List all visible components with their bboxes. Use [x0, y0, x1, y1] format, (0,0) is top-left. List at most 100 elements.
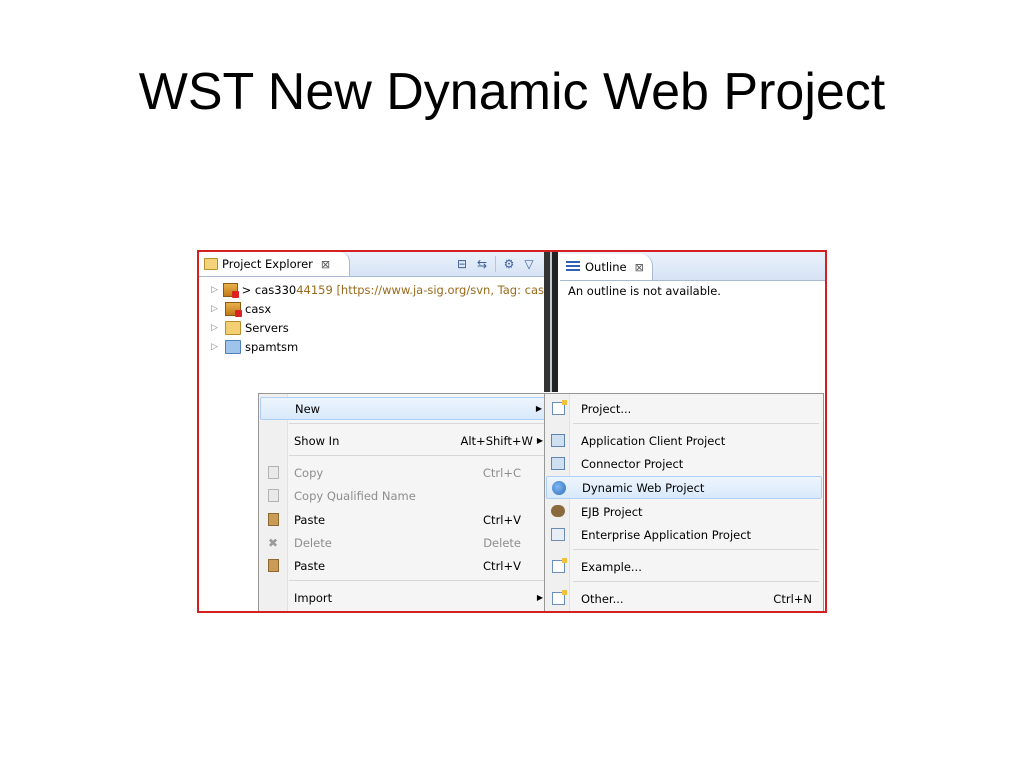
project-explorer-tabbar: Project Explorer ⊠ ⊟ ⇆ ⚙ ▽ — [199, 252, 544, 277]
close-icon[interactable]: ⊠ — [321, 258, 330, 271]
paste-icon — [266, 558, 280, 573]
new-other-icon — [551, 589, 567, 606]
submenu-item-enterprise-application-project[interactable]: Enterprise Application Project — [546, 523, 822, 546]
menu-shortcut: Alt+Shift+W — [460, 433, 533, 448]
tree-item-label: Servers — [245, 320, 289, 335]
submenu-item-dynamic-web-project[interactable]: Dynamic Web Project — [546, 476, 822, 499]
paste-icon — [266, 512, 280, 527]
tree-item-label: casx — [245, 301, 272, 316]
expand-icon[interactable]: ▷ — [211, 323, 223, 333]
menu-item-label: Other... — [581, 591, 624, 606]
menu-shortcut: Delete — [483, 535, 521, 550]
menu-item-label: Delete — [294, 535, 332, 550]
tab-project-explorer[interactable]: Project Explorer ⊠ — [199, 252, 350, 276]
menu-icon-placeholder — [267, 402, 281, 416]
menu-shortcut: Ctrl+V — [483, 558, 521, 573]
folder-icon — [225, 339, 241, 354]
tree-item-label: spamtsm — [245, 339, 299, 354]
submenu-item-ejb-project[interactable]: EJB Project — [546, 500, 822, 523]
new-project-icon — [551, 399, 567, 416]
menu-item-copy[interactable]: Copy Ctrl+C — [260, 461, 551, 484]
menu-item-label: New — [295, 401, 321, 416]
menu-item-paste-2[interactable]: Paste Ctrl+V — [260, 554, 551, 577]
menu-separator — [289, 455, 549, 456]
menu-item-paste[interactable]: Paste Ctrl+V — [260, 508, 551, 531]
collapse-all-icon[interactable]: ⊟ — [455, 257, 469, 271]
new-submenu: Project... Application Client Project Co… — [544, 393, 824, 611]
tree-item-repo-info: 44159 [https://www.ja-sig.org/svn, Tag: … — [296, 282, 544, 297]
view-menu-icon[interactable]: ▽ — [522, 257, 536, 271]
globe-icon — [552, 480, 566, 495]
menu-separator — [289, 423, 549, 424]
menu-item-label: Copy — [294, 465, 324, 480]
submenu-item-other[interactable]: Other... Ctrl+N — [546, 587, 822, 610]
menu-item-show-in[interactable]: Show In Alt+Shift+W ▶ — [260, 429, 551, 452]
filter-icon[interactable]: ⚙ — [502, 257, 516, 271]
copy-icon — [266, 465, 280, 480]
toolbar-separator — [495, 256, 496, 272]
submenu-item-application-client-project[interactable]: Application Client Project — [546, 429, 822, 452]
menu-separator — [573, 423, 819, 424]
menu-item-label: Paste — [294, 558, 326, 573]
submenu-item-example[interactable]: Example... — [546, 555, 822, 578]
new-example-icon — [551, 557, 567, 574]
submenu-arrow-icon: ▶ — [535, 404, 542, 413]
view-divider[interactable] — [552, 252, 558, 392]
menu-item-label: Copy Qualified Name — [294, 488, 416, 503]
outline-message: An outline is not available. — [568, 284, 721, 298]
bean-icon — [551, 504, 565, 519]
folder-icon — [225, 320, 241, 335]
outline-tabbar: Outline ⊠ — [560, 252, 825, 281]
menu-separator — [573, 581, 819, 582]
menu-item-import[interactable]: Import ▶ — [260, 586, 551, 609]
menu-shortcut: Ctrl+C — [482, 465, 521, 480]
project-icon — [223, 282, 239, 298]
menu-item-delete[interactable]: ✖ Delete Delete — [260, 531, 551, 554]
menu-item-label: Import — [294, 590, 333, 605]
menu-item-label: Dynamic Web Project — [582, 480, 705, 495]
project-explorer-label: Project Explorer — [222, 257, 313, 271]
slide-title: WST New Dynamic Web Project — [138, 63, 886, 121]
outline-icon — [566, 261, 580, 273]
submenu-item-project[interactable]: Project... — [546, 397, 822, 420]
menu-shortcut: Ctrl+N — [773, 591, 812, 606]
expand-icon[interactable]: ▷ — [211, 304, 223, 314]
tree-item-servers[interactable]: ▷ Servers — [199, 318, 544, 337]
expand-icon[interactable]: ▷ — [211, 342, 223, 352]
menu-item-label: Example... — [581, 559, 642, 574]
menu-item-label: Paste — [294, 512, 326, 527]
copy-qualified-icon — [266, 488, 280, 503]
project-explorer-toolbar: ⊟ ⇆ ⚙ ▽ — [455, 256, 536, 272]
menu-icon-placeholder — [266, 434, 280, 448]
tree-item-spamtsm[interactable]: ▷ spamtsm — [199, 337, 544, 356]
menu-item-copy-qualified-name[interactable]: Copy Qualified Name — [260, 484, 551, 507]
menu-item-label: Show In — [294, 433, 340, 448]
tree-item-label: > cas330 — [241, 282, 297, 297]
context-menu: New ▶ Show In Alt+Shift+W ▶ Copy Ctrl+C … — [258, 393, 553, 611]
project-tree: ▷ > cas330 44159 [https://www.ja-sig.org… — [199, 280, 544, 356]
tree-item-cas330[interactable]: ▷ > cas330 44159 [https://www.ja-sig.org… — [199, 280, 544, 299]
tab-outline[interactable]: Outline ⊠ — [560, 254, 653, 280]
tree-item-casx[interactable]: ▷ casx — [199, 299, 544, 318]
application-client-icon — [551, 433, 565, 448]
submenu-arrow-icon: ▶ — [536, 593, 543, 602]
close-icon[interactable]: ⊠ — [635, 261, 644, 274]
menu-item-new[interactable]: New ▶ — [260, 397, 551, 420]
menu-icon-placeholder — [266, 591, 280, 605]
menu-separator — [289, 580, 549, 581]
menu-item-label: Project... — [581, 401, 632, 416]
menu-item-label: Application Client Project — [581, 433, 726, 448]
enterprise-app-icon — [551, 527, 565, 542]
outline-label: Outline — [585, 260, 627, 274]
menu-shortcut: Ctrl+V — [483, 512, 521, 527]
project-icon — [225, 301, 242, 317]
menu-item-label: Enterprise Application Project — [581, 527, 752, 542]
link-with-editor-icon[interactable]: ⇆ — [475, 257, 489, 271]
submenu-item-connector-project[interactable]: Connector Project — [546, 452, 822, 475]
project-explorer-icon — [204, 258, 218, 270]
menu-item-label: Connector Project — [581, 456, 684, 471]
expand-icon[interactable]: ▷ — [211, 285, 221, 295]
delete-icon: ✖ — [267, 535, 279, 550]
eclipse-screenshot: Project Explorer ⊠ ⊟ ⇆ ⚙ ▽ ▷ > cas330 44… — [197, 250, 827, 613]
submenu-arrow-icon: ▶ — [536, 436, 543, 445]
